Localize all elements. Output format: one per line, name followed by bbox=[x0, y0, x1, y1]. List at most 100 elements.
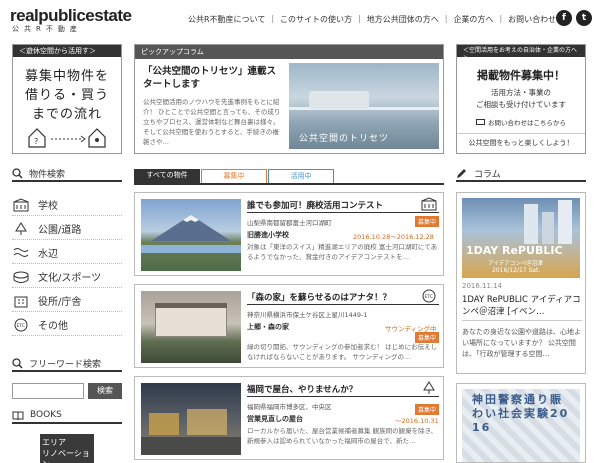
recruit-footer: 公共空間をもっと楽しくしよう！ bbox=[457, 133, 585, 148]
property-image[interactable] bbox=[141, 383, 241, 455]
column-card[interactable]: 神田警察通り賑わい社会実験2016 bbox=[456, 383, 586, 463]
stadium-icon bbox=[12, 269, 30, 285]
category-waterside[interactable]: 水辺 bbox=[12, 242, 122, 264]
svg-text:?: ? bbox=[34, 137, 38, 146]
books-title: BOOKS bbox=[30, 410, 62, 420]
property-card[interactable]: 誰でも参加可！廃校活用コンテスト 山梨県南都留郡富士河口湖町 募集中 旧勝進小学… bbox=[134, 192, 444, 276]
property-card[interactable]: 「森の家」を蘇らせるのはアナタ！？ ETC 神奈川県横浜市保土ケ谷区上星川144… bbox=[134, 284, 444, 368]
category-other[interactable]: ETC その他 bbox=[12, 314, 122, 336]
promo-flow-line: 借りる・買う bbox=[24, 88, 109, 103]
category-park-road[interactable]: 公園/道路 bbox=[12, 218, 122, 240]
property-location: 福岡県福岡市博多区、中央区 bbox=[247, 403, 332, 411]
column-item-title[interactable]: 1DAY RePUBLIC アイディアコンペ＠沼津 [イベン… bbox=[462, 294, 582, 318]
pickup-body: 公共空間活用のノウハウを先進事例をもとに紹介！ ひとことで公共空間と言っても、そ… bbox=[143, 98, 281, 146]
divider bbox=[247, 304, 439, 305]
property-search-title: 物件検索 bbox=[29, 169, 66, 180]
category-culture-sports[interactable]: 文化/スポーツ bbox=[12, 266, 122, 288]
stall-shape bbox=[149, 413, 179, 435]
pickup-image-caption: 公共空間のトリセツ bbox=[299, 134, 390, 144]
column-item-body: あなたの身近な公園や道路は、心地よい場所になっていますか？ 公共空間は、「行政が… bbox=[462, 328, 581, 358]
site-logo-sub: 公共R不動産 bbox=[12, 25, 82, 33]
nav-contact[interactable]: お問い合わせ bbox=[502, 14, 562, 25]
facebook-icon[interactable]: f bbox=[556, 10, 572, 26]
book-cover-line: エリア bbox=[42, 438, 66, 447]
column-title: コラム bbox=[474, 169, 501, 180]
promo-flow-box[interactable]: ＜遊休空間から活用す＞ 募集中物件を 借りる・買う までの流れ ? bbox=[12, 44, 122, 154]
main-nav: 公共R不動産について | このサイトの使い方 | 地方公共団体の方へ | 企業の方へ |… bbox=[182, 14, 562, 25]
column-map-image[interactable]: 神田警察通り賑わい社会実験2016 bbox=[462, 389, 580, 462]
mail-icon bbox=[476, 119, 485, 125]
category-government-office[interactable]: 役所/庁舎 bbox=[12, 290, 122, 312]
nav-howto[interactable]: このサイトの使い方 bbox=[274, 14, 358, 25]
property-name: 上郷・森の家 bbox=[247, 323, 289, 331]
building-shape bbox=[542, 212, 554, 244]
property-name: 旧勝進小学校 bbox=[247, 231, 289, 239]
property-description: 対象は「東洋のスイス」精進湖エリアの廃校 富士河口湖町にてあるようでなかった、賞… bbox=[247, 243, 438, 261]
school-icon bbox=[12, 197, 30, 213]
wave-icon bbox=[12, 245, 30, 261]
tab-recruiting[interactable]: 募集中 bbox=[201, 169, 267, 183]
search-button[interactable]: 検索 bbox=[88, 383, 122, 399]
category-other-label: その他 bbox=[38, 321, 68, 332]
book-cover[interactable]: エリア リノベーション bbox=[40, 434, 94, 463]
building-shape bbox=[309, 91, 369, 109]
roof-shape bbox=[155, 303, 227, 308]
contact-link[interactable]: お問い合わせはこちらから bbox=[457, 117, 585, 127]
property-image[interactable] bbox=[141, 199, 241, 271]
twitter-icon[interactable]: t bbox=[576, 10, 592, 26]
etc-icon: ETC bbox=[422, 289, 436, 303]
property-card[interactable]: 福岡で屋台、やりませんか？ 福岡県福岡市博多区、中央区 営業見直しの屋台 募集中… bbox=[134, 376, 444, 460]
column-card[interactable]: 1DAY RePUBLIC アイデアコンペ＠沼津 2016/12/17 Sat.… bbox=[456, 192, 586, 374]
column-banner-date: 2016/12/17 Sat. bbox=[492, 267, 541, 274]
building-shape bbox=[524, 204, 538, 244]
pickup-column-box[interactable]: ピックアップコラム 「公共空間のトリセツ」連載スタートします 公共空間活用のノウ… bbox=[134, 44, 444, 154]
house-flow-icon: ? bbox=[28, 128, 106, 148]
svg-text:ETC: ETC bbox=[425, 294, 433, 300]
tree-icon bbox=[423, 381, 435, 394]
column-banner-title: 1DAY RePUBLIC bbox=[466, 244, 563, 257]
building-shape bbox=[155, 307, 227, 337]
pickup-title[interactable]: 「公共空間のトリセツ」連載スタートします bbox=[143, 65, 285, 91]
property-location: 神奈川県横浜市保土ケ谷区上星川1449-1 bbox=[247, 311, 368, 319]
tab-in-use[interactable]: 活用中 bbox=[268, 169, 334, 183]
nav-government[interactable]: 地方公共団体の方へ bbox=[361, 14, 445, 25]
school-icon bbox=[421, 197, 437, 211]
recruit-box[interactable]: ＜空間活用をお考えの自治体・企業の方へ＞ 掲載物件募集中！ 活用方法・事業の ご… bbox=[456, 44, 586, 154]
promo-flow-line: までの流れ bbox=[31, 107, 102, 122]
divider bbox=[247, 212, 439, 213]
nav-companies[interactable]: 企業の方へ bbox=[447, 14, 499, 25]
status-badge: 募集中 bbox=[415, 216, 440, 227]
status-badge: 募集中 bbox=[415, 404, 440, 415]
promo-flow-tag: ＜遊休空間から活用す＞ bbox=[13, 45, 121, 57]
recruit-line: 活用方法・事業の bbox=[491, 88, 551, 97]
divider bbox=[247, 396, 439, 397]
pickup-head: ピックアップコラム bbox=[135, 45, 443, 59]
column-banner[interactable]: 1DAY RePUBLIC アイデアコンペ＠沼津 2016/12/17 Sat. bbox=[462, 198, 580, 278]
property-image[interactable] bbox=[141, 291, 241, 363]
office-building-icon bbox=[12, 293, 30, 309]
pickup-image[interactable]: 公共空間のトリセツ bbox=[289, 63, 439, 149]
property-title[interactable]: 福岡で屋台、やりませんか？ bbox=[247, 383, 357, 395]
svg-text:ETC: ETC bbox=[17, 323, 25, 329]
stall-shape bbox=[187, 409, 227, 435]
street-shape bbox=[141, 437, 241, 455]
recruit-line: ご相談も受け付けています bbox=[476, 100, 566, 109]
category-school[interactable]: 学校 bbox=[12, 194, 122, 216]
column-banner-sub: アイデアコンペ＠沼津 bbox=[488, 261, 543, 267]
site-logo[interactable]: realpublicestate bbox=[10, 6, 132, 26]
property-search-header: 物件検索 bbox=[12, 166, 122, 182]
tab-all[interactable]: すべての物件 bbox=[134, 169, 200, 183]
divider bbox=[462, 320, 582, 321]
nav-about[interactable]: 公共R不動産について bbox=[182, 14, 271, 25]
promo-flow-line: 募集中物件を bbox=[24, 69, 109, 84]
freeword-search-input[interactable] bbox=[12, 383, 84, 399]
category-waterside-label: 水辺 bbox=[38, 249, 58, 260]
category-government-office-label: 役所/庁舎 bbox=[38, 297, 82, 308]
search-icon bbox=[12, 357, 23, 369]
property-title[interactable]: 誰でも参加可！廃校活用コンテスト bbox=[247, 199, 383, 211]
property-name: 営業見直しの屋台 bbox=[247, 415, 303, 423]
property-date: 2016.10.28〜2016.12.28 bbox=[353, 233, 434, 241]
property-title[interactable]: 「森の家」を蘇らせるのはアナタ！？ bbox=[247, 291, 391, 303]
property-location: 山梨県南都留郡富士河口湖町 bbox=[247, 219, 332, 227]
contact-link-label: お問い合わせはこちらから bbox=[488, 119, 566, 127]
